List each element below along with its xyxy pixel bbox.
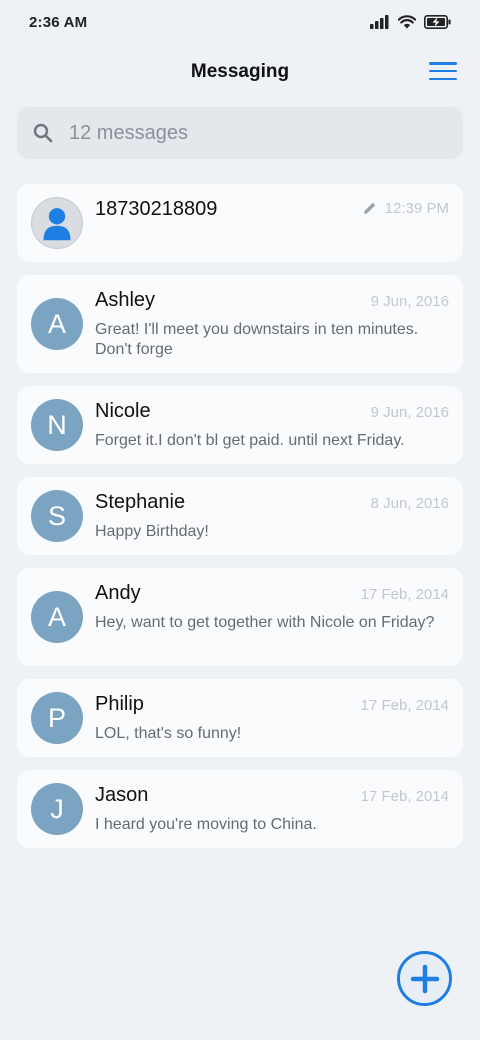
- conversation-list: 18730218809 12:39 PM A Ashley 9 Jun, 201…: [17, 184, 463, 861]
- new-message-button[interactable]: [397, 951, 452, 1006]
- message-preview: I heard you're moving to China.: [95, 816, 317, 833]
- message-date: 17 Feb, 2014: [360, 788, 449, 805]
- message-preview: Happy Birthday!: [95, 523, 209, 540]
- message-preview: Forget it.I don't bl get paid. until nex…: [95, 432, 405, 449]
- conversation-item[interactable]: P Philip 17 Feb, 2014 LOL, that's so fun…: [17, 679, 463, 757]
- avatar: [31, 197, 83, 249]
- plus-icon: [410, 964, 439, 993]
- conversation-item[interactable]: S Stephanie 8 Jun, 2016 Happy Birthday!: [17, 477, 463, 555]
- message-date-text: 12:39 PM: [384, 199, 449, 217]
- wifi-icon: [398, 15, 416, 29]
- search-icon: [33, 123, 53, 143]
- contact-name: 18730218809: [95, 198, 218, 220]
- avatar: P: [31, 692, 83, 744]
- pencil-icon: [363, 202, 375, 214]
- avatar: A: [31, 298, 83, 350]
- conversation-item[interactable]: 18730218809 12:39 PM: [17, 184, 463, 262]
- avatar: A: [31, 591, 83, 643]
- contact-name: Andy: [95, 582, 141, 604]
- message-preview: Hey, want to get together with Nicole on…: [95, 614, 435, 631]
- app-header: Messaging: [0, 48, 480, 96]
- messaging-screen: 2:36 AM Messaging 12 messages 1873021880…: [0, 0, 480, 1040]
- hamburger-menu-icon-bar: [429, 77, 457, 80]
- contact-name: Ashley: [95, 289, 156, 311]
- search-input[interactable]: 12 messages: [17, 107, 463, 159]
- contact-name: Nicole: [95, 400, 151, 422]
- avatar: J: [31, 783, 83, 835]
- search-placeholder: 12 messages: [69, 121, 188, 144]
- conversation-item[interactable]: A Andy 17 Feb, 2014 Hey, want to get tog…: [17, 568, 463, 666]
- avatar: S: [31, 490, 83, 542]
- menu-button[interactable]: [428, 58, 458, 84]
- message-date: 9 Jun, 2016: [370, 293, 449, 310]
- message-date: 9 Jun, 2016: [370, 404, 449, 421]
- conversation-item[interactable]: A Ashley 9 Jun, 2016 Great! I'll meet yo…: [17, 275, 463, 373]
- status-icons: [370, 15, 452, 29]
- conversation-item[interactable]: J Jason 17 Feb, 2014 I heard you're movi…: [17, 770, 463, 848]
- message-preview: Great! I'll meet you downstairs in ten m…: [95, 321, 419, 358]
- contact-name: Jason: [95, 784, 149, 806]
- battery-charging-icon: [424, 15, 451, 29]
- conversation-item[interactable]: N Nicole 9 Jun, 2016 Forget it.I don't b…: [17, 386, 463, 464]
- avatar: N: [31, 399, 83, 451]
- signal-icon: [370, 15, 389, 29]
- page-title: Messaging: [190, 61, 290, 82]
- person-icon: [43, 208, 71, 241]
- hamburger-menu-icon: [429, 62, 457, 65]
- message-date: 17 Feb, 2014: [360, 697, 449, 714]
- status-bar: 2:36 AM: [0, 0, 480, 44]
- message-date: 8 Jun, 2016: [370, 495, 449, 512]
- status-time: 2:36 AM: [29, 13, 88, 31]
- contact-name: Stephanie: [95, 491, 186, 513]
- hamburger-menu-icon-bar: [429, 69, 457, 73]
- message-date: 12:39 PM: [363, 200, 449, 217]
- message-date: 17 Feb, 2014: [360, 586, 449, 603]
- contact-name: Philip: [95, 693, 144, 715]
- message-preview: LOL, that's so funny!: [95, 725, 242, 742]
